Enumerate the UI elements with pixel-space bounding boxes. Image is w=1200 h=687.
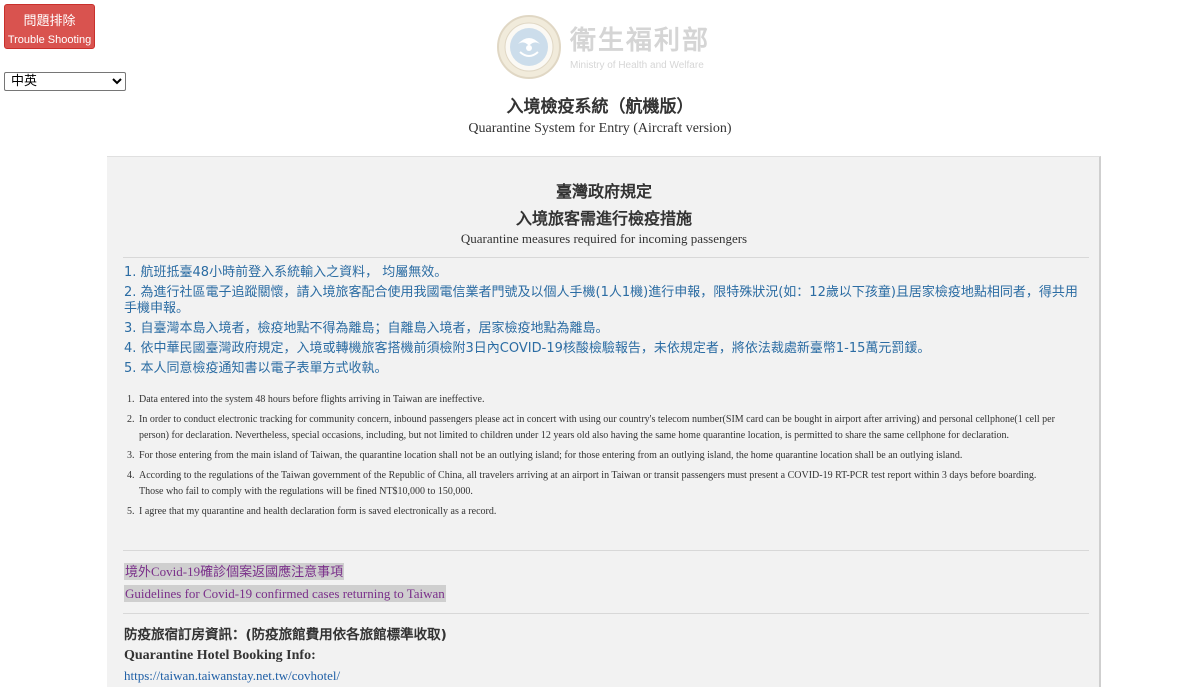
- list-item-number: 2.: [127, 414, 135, 425]
- trouble-shooting-label-en: Trouble Shooting: [7, 33, 92, 46]
- list-item-text: 4. 依中華民國臺灣政府規定，入境或轉機旅客搭機前須檢附3日內COVID-19核…: [124, 341, 931, 356]
- list-item-number: 4.: [127, 470, 135, 481]
- ministry-name-zh: 衛生福利部: [570, 26, 711, 56]
- ministry-seal-icon: [497, 15, 561, 79]
- list-item-text: For those entering from the main island …: [139, 450, 963, 461]
- notice-list-en: 1. Data entered into the system 48 hours …: [127, 392, 1057, 524]
- list-item-text: 3. 自臺灣本島入境者，檢疫地點不得為離島；自離島入境者，居家檢疫地點為離島。: [124, 321, 609, 336]
- list-item: 2. 為進行社區電子追蹤關懷，請入境旅客配合使用我國電信業者門號及以個人手機(1…: [124, 285, 1084, 317]
- list-item: 1. 航班抵臺48小時前登入系統輸入之資料， 均屬無效。: [124, 265, 1084, 281]
- list-item: 1. Data entered into the system 48 hours …: [127, 392, 1057, 408]
- notice-list-zh: 1. 航班抵臺48小時前登入系統輸入之資料， 均屬無效。 2. 為進行社區電子追…: [124, 265, 1084, 381]
- system-title-en: Quarantine System for Entry (Aircraft ve…: [468, 121, 732, 136]
- trouble-shooting-button[interactable]: 問題排除 Trouble Shooting: [4, 4, 95, 49]
- list-item-number: 5.: [127, 506, 135, 517]
- trouble-shooting-label-zh: 問題排除: [23, 13, 76, 29]
- list-item-text: According to the regulations of the Taiw…: [139, 470, 1037, 497]
- list-item: 3. 自臺灣本島入境者，檢疫地點不得為離島；自離島入境者，居家檢疫地點為離島。: [124, 321, 1084, 337]
- list-item-text: 5. 本人同意檢疫通知書以電子表單方式收執。: [124, 361, 388, 376]
- list-item: 4. 依中華民國臺灣政府規定，入境或轉機旅客搭機前須檢附3日內COVID-19核…: [124, 341, 1084, 357]
- guideline-link-en[interactable]: Guidelines for Covid-19 confirmed cases …: [124, 585, 446, 602]
- system-title-zh: 入境檢疫系統（航機版）: [506, 97, 694, 117]
- guideline-link-zh[interactable]: 境外Covid-19確診個案返國應注意事項: [124, 563, 345, 580]
- notice-title-line1: 臺灣政府規定: [555, 182, 652, 201]
- list-item: 2. In order to conduct electronic trackin…: [127, 412, 1057, 444]
- list-item-text: 1. 航班抵臺48小時前登入系統輸入之資料， 均屬無效。: [124, 265, 448, 280]
- notice-subtitle: Quarantine measures required for incomin…: [460, 231, 748, 246]
- divider: [123, 257, 1089, 258]
- list-item-text: Data entered into the system 48 hours be…: [139, 394, 485, 405]
- list-item-number: 1.: [127, 394, 135, 405]
- notice-panel: 臺灣政府規定 入境旅客需進行檢疫措施 Quarantine measures r…: [107, 156, 1101, 687]
- hotel-booking-title-en: Quarantine Hotel Booking Info:: [124, 648, 316, 663]
- list-item: 5. I agree that my quarantine and health …: [127, 504, 1057, 520]
- ministry-logo: 衛生福利部 Ministry of Health and Welfare: [496, 14, 716, 80]
- notice-title-line2: 入境旅客需進行檢疫措施: [515, 209, 692, 228]
- ministry-name-en: Ministry of Health and Welfare: [570, 60, 704, 71]
- list-item-text: 2. 為進行社區電子追蹤關懷，請入境旅客配合使用我國電信業者門號及以個人手機(1…: [124, 285, 1078, 316]
- list-item: 4. According to the regulations of the Ta…: [127, 468, 1057, 500]
- divider: [123, 550, 1089, 551]
- list-item-text: In order to conduct electronic tracking …: [139, 414, 1055, 441]
- list-item-number: 3.: [127, 450, 135, 461]
- list-item: 5. 本人同意檢疫通知書以電子表單方式收執。: [124, 361, 1084, 377]
- hotel-booking-title-zh: 防疫旅宿訂房資訊：(防疫旅館費用依各旅館標準收取): [124, 627, 447, 643]
- hotel-booking-link[interactable]: https://taiwan.taiwanstay.net.tw/covhote…: [124, 668, 340, 684]
- language-select[interactable]: 中英: [4, 72, 126, 91]
- list-item: 3. For those entering from the main islan…: [127, 448, 1057, 464]
- list-item-text: I agree that my quarantine and health de…: [139, 506, 497, 517]
- divider: [123, 613, 1089, 614]
